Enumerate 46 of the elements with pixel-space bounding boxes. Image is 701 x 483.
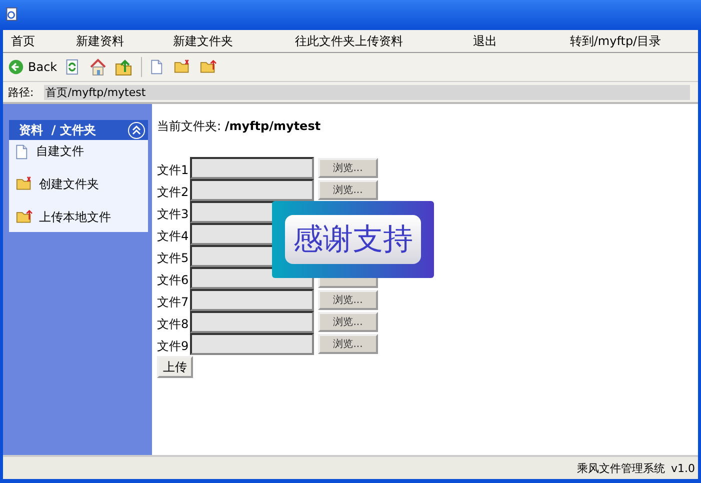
file-field[interactable]	[190, 179, 314, 201]
file-label: 文件4	[157, 228, 189, 245]
menu-item[interactable]: 退出	[465, 30, 533, 52]
file-label: 文件5	[157, 250, 189, 267]
new-folder-icon	[173, 59, 192, 75]
file-field[interactable]	[190, 311, 314, 333]
home-icon[interactable]	[89, 58, 108, 76]
file-label: 文件6	[157, 272, 189, 289]
sidebar-item[interactable]: 自建文件	[9, 140, 148, 173]
panel-title: 资料 / 文件夹	[19, 122, 96, 138]
file-label: 文件3	[157, 206, 189, 223]
sidebar-item[interactable]: 上传本地文件	[9, 206, 148, 232]
app-name: 乘风文件管理系统	[576, 460, 665, 476]
path-value: 首页/myftp/mytest	[44, 84, 690, 100]
version-label: v1.0	[670, 462, 695, 474]
file-label: 文件8	[157, 316, 189, 333]
menu-item[interactable]: 首页	[3, 30, 68, 52]
browse-button[interactable]: 浏览...	[318, 158, 378, 178]
file-field[interactable]	[190, 157, 314, 179]
document-icon	[15, 143, 30, 161]
menu-item[interactable]: 新建文件夹	[165, 30, 287, 52]
menu-item[interactable]: 往此文件夹上传资料	[287, 30, 465, 52]
sidebar-item[interactable]: 创建文件夹	[9, 173, 148, 206]
back-button[interactable]: Back	[8, 59, 58, 75]
chevron-icon	[132, 125, 141, 135]
browse-button[interactable]: 浏览...	[318, 312, 378, 332]
path-label: 路径:	[8, 84, 34, 100]
file-label: 文件2	[157, 184, 189, 201]
folder-upload-icon	[199, 59, 218, 75]
folder-upload-icon	[15, 209, 33, 225]
up-folder-icon[interactable]	[115, 58, 134, 76]
file-label: 文件7	[157, 294, 189, 311]
menu-item[interactable]: 新建资料	[68, 30, 165, 52]
browse-button[interactable]: 浏览...	[318, 334, 378, 354]
upload-button[interactable]: 上传	[157, 356, 193, 378]
collapse-button[interactable]	[128, 122, 145, 138]
toast-message: 感谢支持	[285, 215, 421, 264]
current-folder: 当前文件夹: /myftp/mytest	[157, 118, 322, 135]
file-field[interactable]	[190, 333, 314, 355]
file-label: 文件1	[157, 162, 189, 179]
browse-button[interactable]: 浏览...	[318, 180, 378, 200]
menu-item[interactable]: 转到/myftp/目录	[533, 30, 698, 52]
file-field[interactable]	[190, 289, 314, 311]
browse-button[interactable]: 浏览...	[318, 290, 378, 310]
file-label: 文件9	[157, 338, 189, 355]
new-folder-icon	[15, 176, 33, 192]
